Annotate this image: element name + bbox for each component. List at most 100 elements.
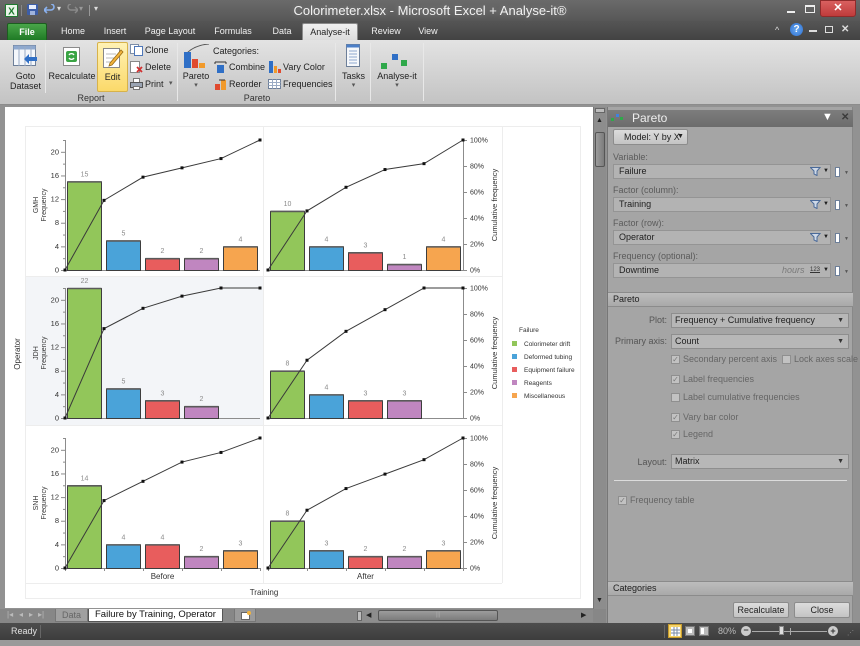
zoom-slider-thumb[interactable] bbox=[778, 626, 784, 635]
analyse-it-button[interactable]: Analyse-it ▾ bbox=[373, 42, 421, 92]
checkbox-box[interactable]: ✓ bbox=[671, 430, 680, 439]
page-layout-view-button[interactable] bbox=[685, 626, 695, 636]
scroll-left-icon[interactable]: ◀ bbox=[366, 611, 371, 619]
vary-color-button[interactable]: Vary Color bbox=[268, 61, 330, 73]
tab-review[interactable]: Review bbox=[368, 23, 404, 40]
excel-icon[interactable]: X bbox=[5, 4, 18, 17]
zoom-out-icon[interactable]: − bbox=[741, 626, 751, 636]
frequency-column-icon[interactable]: ▼ bbox=[835, 266, 849, 276]
close-pane-button[interactable]: Close bbox=[794, 602, 850, 618]
undo-icon[interactable] bbox=[44, 4, 55, 15]
plot-dropdown[interactable]: Frequency + Cumulative frequency ▼ bbox=[671, 313, 849, 328]
sheet-tab-failure-by-training-operator[interactable]: Failure by Training, Operator bbox=[88, 609, 223, 622]
close-window-button[interactable]: ✕ bbox=[820, 0, 856, 17]
pareto-chart[interactable]: 048121620GMH Frequency0%20%40%60%80%100%C… bbox=[5, 107, 593, 608]
vertical-scrollbar[interactable]: ▲ ▼ bbox=[593, 107, 606, 609]
pareto-section-header[interactable]: Pareto bbox=[608, 292, 853, 307]
prev-sheet-icon[interactable]: ◂ bbox=[19, 610, 23, 619]
recalculate-button[interactable]: Recalculate bbox=[48, 42, 96, 92]
checkbox-box[interactable]: ✓ bbox=[671, 355, 680, 364]
split-box[interactable] bbox=[595, 108, 605, 113]
checkbox-box[interactable]: ✓ bbox=[671, 413, 680, 422]
frequency-field[interactable]: Downtime hours 123 ▼ bbox=[613, 263, 831, 278]
layout-dropdown[interactable]: Matrix ▼ bbox=[671, 454, 849, 469]
pane-close-icon[interactable]: ✕ bbox=[841, 112, 849, 123]
checkbox-box[interactable] bbox=[782, 355, 791, 364]
next-sheet-icon[interactable]: ▸ bbox=[29, 610, 33, 619]
tab-data[interactable]: Data bbox=[266, 23, 298, 40]
tab-page-layout[interactable]: Page Layout bbox=[141, 23, 199, 40]
page-break-view-button[interactable] bbox=[699, 626, 709, 636]
reorder-button[interactable]: Reorder bbox=[214, 78, 266, 90]
numeric-type-icon[interactable]: 123 bbox=[810, 264, 820, 277]
tab-analyse-it[interactable]: Analyse-it bbox=[302, 23, 358, 40]
tab-view[interactable]: View bbox=[412, 23, 444, 40]
categories-section-header[interactable]: Categories bbox=[608, 581, 853, 596]
print-button[interactable]: Print ▾ bbox=[130, 78, 176, 90]
model-dropdown-button[interactable]: Model: Y by X ▼ bbox=[613, 129, 688, 145]
tab-home[interactable]: Home bbox=[56, 23, 90, 40]
factor-row-dropdown-icon[interactable]: ▼ bbox=[823, 231, 829, 244]
variable-picker-icon[interactable] bbox=[810, 167, 821, 176]
factor-row-field[interactable]: Operator ▼ bbox=[613, 230, 831, 245]
edit-button[interactable]: Edit bbox=[97, 42, 128, 92]
help-icon[interactable]: ? bbox=[790, 23, 803, 36]
h-split-box[interactable] bbox=[357, 611, 362, 621]
bar-label: 10 bbox=[284, 201, 292, 208]
first-sheet-icon[interactable]: |◂ bbox=[7, 610, 13, 619]
goto-dataset-button[interactable]: Goto Dataset bbox=[8, 42, 43, 92]
factor-column-column-icon[interactable]: ▼ bbox=[835, 200, 849, 210]
workbook-minimize-icon[interactable] bbox=[809, 30, 817, 32]
tab-insert[interactable]: Insert bbox=[98, 23, 132, 40]
factor-column-dropdown-icon[interactable]: ▼ bbox=[823, 198, 829, 211]
scroll-up-icon[interactable]: ▲ bbox=[596, 117, 603, 124]
zoom-in-icon[interactable]: + bbox=[828, 626, 838, 636]
frequencies-button[interactable]: Frequencies bbox=[268, 78, 333, 90]
tab-file[interactable]: File bbox=[7, 23, 47, 40]
last-sheet-icon[interactable]: ▸| bbox=[38, 610, 44, 619]
insert-sheet-button[interactable] bbox=[234, 609, 256, 622]
minimize-button[interactable] bbox=[782, 2, 800, 17]
checkbox-box[interactable]: ✓ bbox=[618, 496, 627, 505]
checkbox-box[interactable] bbox=[671, 393, 680, 402]
redo-icon[interactable] bbox=[67, 4, 78, 15]
worksheet-area[interactable]: 0 4 8 12 16 20 GMH Frequency 0% 20% 40% 60% 80% 100% C… bbox=[5, 107, 593, 608]
factor-column-picker-icon[interactable] bbox=[810, 200, 821, 209]
workbook-restore-icon[interactable] bbox=[825, 26, 833, 33]
minimize-ribbon-icon[interactable]: ^ bbox=[775, 24, 779, 36]
delete-button[interactable]: Delete bbox=[130, 61, 174, 73]
pareto-button[interactable]: Pareto ▾ bbox=[180, 42, 212, 92]
combine-button[interactable]: Combine bbox=[214, 61, 266, 73]
save-icon[interactable] bbox=[27, 4, 38, 15]
resize-grip-icon[interactable]: ⋰ bbox=[847, 629, 854, 637]
normal-view-button[interactable] bbox=[668, 624, 682, 638]
factor-row-column-icon[interactable]: ▼ bbox=[835, 233, 849, 243]
maximize-button[interactable] bbox=[801, 2, 819, 17]
factor-column-field[interactable]: Training ▼ bbox=[613, 197, 831, 212]
variable-picker-dropdown-icon[interactable]: ▼ bbox=[823, 165, 829, 178]
bar-label: 8 bbox=[286, 361, 290, 368]
frequency-dropdown-icon[interactable]: ▼ bbox=[823, 264, 829, 277]
undo-dropdown-icon[interactable]: ▾ bbox=[57, 4, 61, 13]
customize-quick-access-icon[interactable]: ▾ bbox=[94, 4, 98, 13]
zoom-level[interactable]: 80% bbox=[718, 626, 736, 636]
horizontal-scrollbar[interactable]: ◀ ||| ▶ bbox=[357, 610, 593, 622]
scroll-down-icon[interactable]: ▼ bbox=[596, 597, 603, 604]
redo-dropdown-icon[interactable]: ▾ bbox=[79, 4, 83, 13]
legend-swatch bbox=[512, 380, 517, 385]
sheet-tab-data[interactable]: Data bbox=[55, 609, 89, 622]
horizontal-scroll-thumb[interactable]: ||| bbox=[378, 610, 498, 621]
tab-formulas[interactable]: Formulas bbox=[209, 23, 257, 40]
recalculate-pane-button[interactable]: Recalculate bbox=[733, 602, 789, 618]
clone-button[interactable]: Clone bbox=[130, 44, 174, 56]
workbook-close-icon[interactable]: ✕ bbox=[841, 24, 849, 36]
pane-options-icon[interactable]: ▼ bbox=[822, 111, 833, 123]
vertical-scroll-thumb[interactable] bbox=[595, 132, 605, 167]
factor-row-picker-icon[interactable] bbox=[810, 233, 821, 242]
variable-column-icon[interactable]: ▼ bbox=[835, 167, 849, 177]
checkbox-box[interactable]: ✓ bbox=[671, 375, 680, 384]
primary-axis-dropdown[interactable]: Count ▼ bbox=[671, 334, 849, 349]
tasks-button[interactable]: Tasks ▾ bbox=[338, 42, 369, 92]
scroll-right-icon[interactable]: ▶ bbox=[581, 611, 586, 619]
variable-field[interactable]: Failure ▼ bbox=[613, 164, 831, 179]
